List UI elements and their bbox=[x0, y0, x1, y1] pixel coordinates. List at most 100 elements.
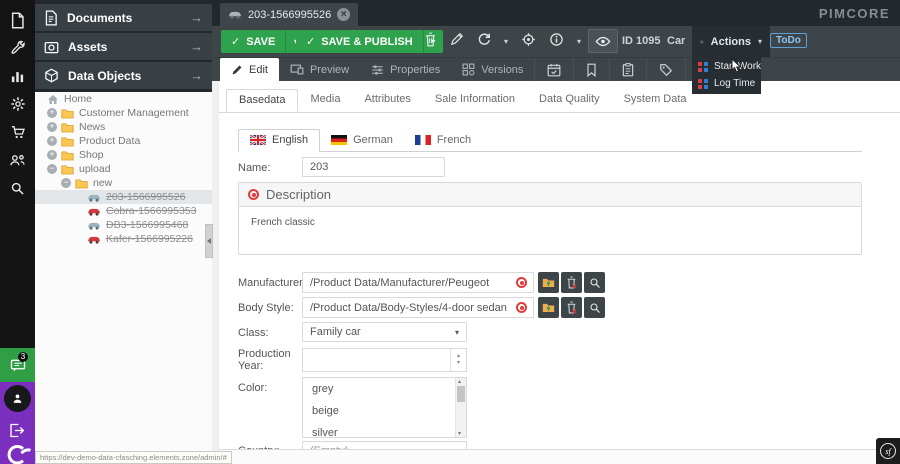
accordion-assets[interactable]: Assets → bbox=[35, 33, 212, 60]
color-multiselect[interactable]: grey beige silver ▴ ▾ bbox=[302, 377, 467, 438]
save-publish-split-button[interactable]: ✓SAVE & PUBLISH ▾ bbox=[296, 30, 443, 53]
tab-lang-english[interactable]: English bbox=[238, 129, 320, 152]
tree-item[interactable]: + News bbox=[35, 120, 212, 134]
tab-notes[interactable] bbox=[573, 58, 609, 81]
manufacturer-search-button[interactable] bbox=[584, 272, 605, 293]
listbox-scrollbar[interactable]: ▴ ▾ bbox=[455, 378, 466, 437]
language-tabs: English German French bbox=[238, 129, 482, 152]
menu-item-log-time[interactable]: Log Time bbox=[692, 75, 761, 92]
tab-lang-german[interactable]: German bbox=[320, 129, 404, 152]
symfony-profiler-button[interactable]: sf bbox=[876, 438, 900, 464]
tab-reports[interactable] bbox=[609, 58, 646, 81]
reports-icon[interactable] bbox=[0, 62, 35, 90]
bodystyle-remove-button[interactable] bbox=[561, 297, 582, 318]
tree-item-selected[interactable]: 203-1566995526 bbox=[35, 190, 212, 204]
tree-item[interactable]: DB3-1566995468 bbox=[35, 218, 212, 232]
tree-item[interactable]: − new bbox=[35, 176, 212, 190]
menu-item-start-work[interactable]: Start Work bbox=[692, 58, 761, 75]
tab-data-quality[interactable]: Data Quality bbox=[527, 89, 612, 112]
accordion-documents[interactable]: Documents → bbox=[35, 4, 212, 31]
tree-item[interactable]: Kafer-1566995226 bbox=[35, 232, 212, 246]
close-tab-icon[interactable]: × bbox=[337, 8, 350, 21]
rename-pencil-button[interactable] bbox=[450, 32, 464, 51]
car-icon bbox=[87, 235, 101, 244]
search-icon[interactable] bbox=[0, 174, 35, 202]
uk-flag-icon bbox=[250, 135, 266, 145]
delete-button[interactable] bbox=[424, 32, 437, 52]
tab-sale-information[interactable]: Sale Information bbox=[423, 89, 527, 112]
home-icon bbox=[47, 94, 59, 105]
description-editor[interactable]: French classic bbox=[239, 207, 861, 238]
tree-item[interactable]: Cobra-1566995353 bbox=[35, 204, 212, 218]
avatar[interactable] bbox=[4, 385, 31, 412]
tab-versions[interactable]: Versions bbox=[451, 58, 534, 81]
sidebar-collapse-handle[interactable] bbox=[205, 224, 213, 258]
collapse-minus-icon[interactable]: − bbox=[61, 178, 71, 188]
name-input[interactable]: 203 bbox=[302, 157, 445, 177]
color-option[interactable]: beige bbox=[303, 400, 466, 422]
tree-item[interactable]: + Shop bbox=[35, 148, 212, 162]
folder-open-icon bbox=[75, 178, 88, 189]
tab-edit[interactable]: Edit bbox=[220, 58, 279, 81]
class-select[interactable]: Family car ▾ bbox=[302, 322, 467, 342]
tree-item[interactable]: + Customer Management bbox=[35, 106, 212, 120]
locate-in-tree-button[interactable] bbox=[521, 32, 536, 52]
tree-item[interactable]: + Product Data bbox=[35, 134, 212, 148]
horizontal-scrollbar-track[interactable] bbox=[219, 449, 900, 464]
open-object-tab[interactable]: 203-1566995526 × bbox=[220, 3, 358, 26]
spinner-arrows[interactable]: ▴▾ bbox=[450, 349, 466, 371]
caret-down-icon: ▾ bbox=[457, 360, 460, 367]
bodystyle-search-button[interactable] bbox=[584, 297, 605, 318]
reload-dropdown-caret[interactable]: ▾ bbox=[504, 37, 508, 46]
collapse-minus-icon[interactable]: − bbox=[47, 164, 57, 174]
caret-down-icon[interactable]: ▾ bbox=[458, 430, 461, 437]
bodystyle-relation-input[interactable]: /Product Data/Body-Styles/4-door sedan bbox=[302, 297, 534, 318]
tag-icon bbox=[659, 63, 673, 77]
chat-button[interactable]: 3 bbox=[0, 348, 35, 382]
manufacturer-remove-button[interactable] bbox=[561, 272, 582, 293]
manufacturer-relation-input[interactable]: /Product Data/Manufacturer/Peugeot bbox=[302, 272, 534, 293]
reload-button[interactable] bbox=[477, 32, 491, 51]
expand-plus-icon[interactable]: + bbox=[47, 108, 57, 118]
object-subtab-bar: Edit Preview Properties Versions bbox=[212, 57, 900, 81]
ecommerce-cart-icon[interactable] bbox=[0, 118, 35, 146]
caret-up-icon[interactable]: ▴ bbox=[458, 378, 461, 385]
accordion-data-objects[interactable]: Data Objects → bbox=[35, 62, 212, 89]
tab-scheduler[interactable] bbox=[534, 58, 573, 81]
info-button[interactable] bbox=[549, 32, 564, 52]
arrow-right-icon: → bbox=[190, 39, 203, 54]
documents-nav-icon[interactable] bbox=[0, 6, 35, 34]
production-year-spinner[interactable]: ▴▾ bbox=[302, 348, 467, 372]
sliders-icon bbox=[371, 64, 384, 76]
users-icon[interactable] bbox=[0, 146, 35, 174]
scrollbar-thumb[interactable] bbox=[457, 386, 465, 402]
tree-item-home[interactable]: Home bbox=[35, 92, 212, 106]
pimcore-admin-window: 3 Documents → Assets → Da bbox=[0, 0, 900, 464]
tab-lang-french[interactable]: French bbox=[404, 129, 482, 152]
expand-plus-icon[interactable]: + bbox=[47, 136, 57, 146]
tab-properties[interactable]: Properties bbox=[360, 58, 451, 81]
save-split-button[interactable]: ✓SAVE ▾ bbox=[221, 30, 305, 53]
tools-icon[interactable] bbox=[0, 34, 35, 62]
tab-basedata[interactable]: Basedata bbox=[226, 89, 298, 112]
color-option[interactable]: grey bbox=[303, 378, 466, 400]
settings-gear-icon[interactable] bbox=[0, 90, 35, 118]
bodystyle-open-folder-button[interactable] bbox=[538, 297, 559, 318]
workflow-status-badge: ToDo bbox=[770, 33, 807, 48]
folder-icon bbox=[61, 122, 74, 133]
tab-system-data[interactable]: System Data bbox=[612, 89, 699, 112]
tree-item[interactable]: − upload bbox=[35, 162, 212, 176]
tab-attributes[interactable]: Attributes bbox=[352, 89, 422, 112]
expand-plus-icon[interactable]: + bbox=[47, 150, 57, 160]
manufacturer-open-folder-button[interactable] bbox=[538, 272, 559, 293]
info-dropdown-caret[interactable]: ▾ bbox=[577, 37, 581, 46]
expand-plus-icon[interactable]: + bbox=[47, 122, 57, 132]
preview-eye-button[interactable] bbox=[588, 29, 618, 53]
logout-icon[interactable] bbox=[6, 420, 28, 440]
tab-media[interactable]: Media bbox=[298, 89, 352, 112]
tab-tags[interactable] bbox=[646, 58, 685, 81]
clipboard-icon bbox=[622, 63, 634, 77]
french-flag-icon bbox=[415, 135, 431, 145]
tab-preview[interactable]: Preview bbox=[279, 58, 360, 81]
actions-dropdown-button[interactable]: Actions ▾ bbox=[692, 26, 770, 57]
